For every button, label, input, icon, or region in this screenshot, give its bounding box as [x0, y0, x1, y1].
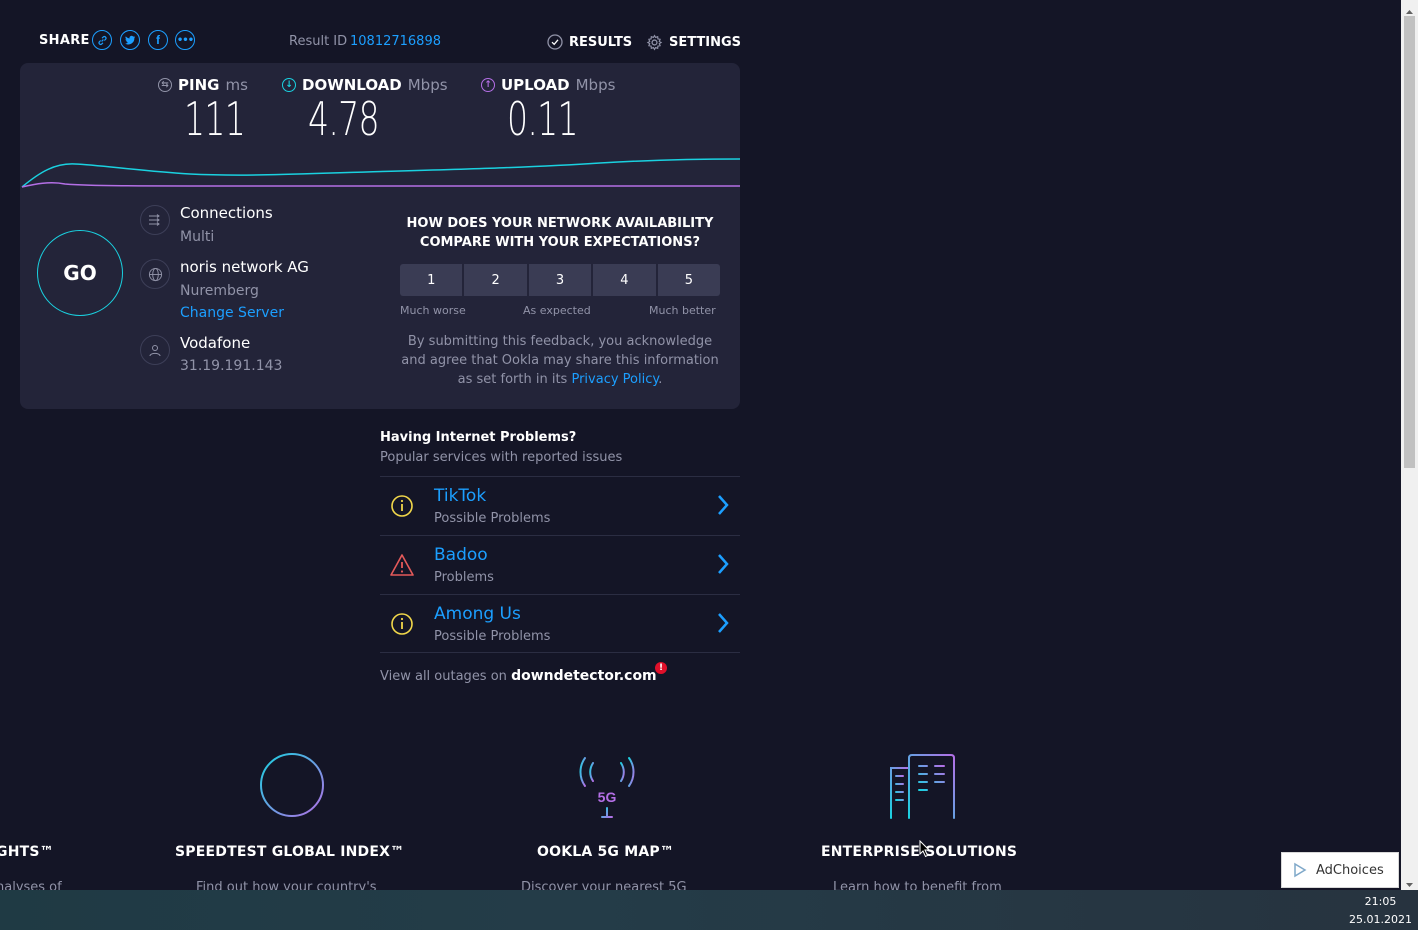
upload-arrow-icon: ↑	[481, 78, 495, 92]
isp-name: Vodafone	[180, 334, 251, 352]
rating-option-2[interactable]: 2	[464, 264, 527, 296]
result-id-label: Result ID	[289, 34, 348, 49]
outage-item-among-us[interactable]: Among Us Possible Problems	[380, 594, 740, 653]
view-all-text: View all outages on	[380, 669, 507, 684]
clock-date: 25.01.2021	[1349, 913, 1412, 926]
5g-icon-label: 5G	[598, 789, 617, 805]
taskbar	[0, 890, 1418, 930]
system-clock[interactable]: 21:05 25.01.2021	[1349, 893, 1412, 929]
alert-triangle-icon	[390, 554, 414, 576]
results-button[interactable]: RESULTS	[547, 34, 632, 50]
ip-address: 31.19.191.143	[180, 358, 283, 374]
outage-name: TikTok	[434, 486, 487, 506]
scrollbar-thumb[interactable]	[1404, 16, 1415, 468]
twitter-icon[interactable]	[120, 30, 140, 50]
connections-label: Connections	[180, 204, 273, 222]
warning-info-icon	[391, 495, 413, 517]
outage-item-tiktok[interactable]: TikTok Possible Problems	[380, 476, 740, 535]
facebook-icon[interactable]: f	[148, 30, 168, 50]
outages-subtitle: Popular services with reported issues	[380, 450, 623, 465]
outage-item-badoo[interactable]: Badoo Problems	[380, 535, 740, 594]
outage-status: Possible Problems	[434, 629, 551, 644]
download-unit: Mbps	[407, 76, 448, 94]
ping-icon: ⇆	[158, 78, 172, 92]
upload-series-line	[21, 182, 740, 188]
mouse-cursor-icon	[919, 840, 931, 858]
outages-title: Having Internet Problems?	[380, 430, 577, 445]
feature-title[interactable]: OOKLA 5G MAP™	[537, 844, 674, 860]
chevron-right-icon	[718, 613, 729, 633]
connections-icon	[140, 205, 170, 235]
share-label: SHARE	[39, 33, 90, 48]
user-icon	[140, 335, 170, 365]
feature-title[interactable]: SPEEDTEST GLOBAL INDEX™	[175, 844, 404, 860]
ping-value: 111	[184, 92, 246, 146]
server-location: Nuremberg	[180, 283, 259, 299]
survey-question: HOW DOES YOUR NETWORK AVAILABILITY COMPA…	[406, 216, 714, 250]
feature-desc: Learn how to benefit from	[833, 880, 1002, 890]
chevron-right-icon	[718, 554, 729, 574]
connections-value[interactable]: Multi	[180, 229, 214, 245]
settings-label: SETTINGS	[669, 35, 742, 50]
speed-graph	[21, 158, 740, 188]
feature-desc: Find out how your country's	[196, 880, 377, 890]
privacy-policy-link[interactable]: Privacy Policy	[571, 372, 658, 387]
disclaimer-period: .	[658, 372, 663, 387]
upload-unit: Mbps	[575, 76, 616, 94]
rating-option-3[interactable]: 3	[528, 264, 592, 296]
ping-metric: ⇆ PING ms 111	[158, 76, 269, 142]
downdetector-badge: !	[655, 662, 667, 674]
scale-high-label: Much better	[649, 304, 716, 317]
feature-title[interactable]: GHTS™	[0, 844, 54, 860]
link-icon[interactable]	[92, 30, 112, 50]
downdetector-logo[interactable]: downdetector.com	[511, 668, 657, 684]
rating-scale: 1 2 3 4 5	[400, 264, 721, 296]
5g-tower-icon: 5G	[579, 757, 635, 818]
rating-option-1[interactable]: 1	[400, 264, 463, 296]
outages-divider	[380, 652, 740, 653]
globe-icon	[140, 259, 170, 289]
more-icon[interactable]: •••	[175, 30, 195, 50]
enterprise-building-icon	[890, 754, 955, 819]
chevron-right-icon	[718, 495, 729, 515]
clock-time: 21:05	[1364, 895, 1397, 908]
feature-desc: nalyses of	[0, 880, 62, 890]
adchoices-icon	[1294, 862, 1307, 878]
gear-icon	[646, 34, 663, 51]
download-series-line	[21, 158, 740, 188]
scale-mid-label: As expected	[523, 304, 591, 317]
check-circle-icon	[547, 34, 563, 50]
survey-disclaimer: By submitting this feedback, you acknowl…	[400, 332, 720, 389]
global-index-icon	[260, 753, 324, 817]
adchoices-label: AdChoices	[1316, 862, 1384, 878]
view-all-outages[interactable]: View all outages on downdetector.com	[380, 668, 657, 684]
rating-option-4[interactable]: 4	[593, 264, 656, 296]
download-arrow-icon: ↓	[282, 78, 296, 92]
results-label: RESULTS	[569, 34, 633, 50]
outage-status: Problems	[434, 570, 494, 585]
outage-status: Possible Problems	[434, 511, 551, 526]
disclaimer-text: By submitting this feedback, you acknowl…	[401, 334, 719, 387]
outage-name: Among Us	[434, 604, 521, 624]
result-id-link[interactable]: 10812716898	[350, 34, 441, 49]
upload-value: 0.11	[507, 92, 579, 146]
go-button[interactable]: GO	[37, 230, 123, 316]
settings-button[interactable]: SETTINGS	[646, 34, 741, 51]
outage-name: Badoo	[434, 545, 488, 565]
warning-info-icon	[391, 613, 413, 635]
feature-desc: Discover your nearest 5G	[521, 880, 687, 890]
upload-metric: ↑ UPLOAD Mbps 0.11	[481, 76, 615, 142]
download-value: 4.78	[308, 92, 380, 146]
change-server-link[interactable]: Change Server	[180, 305, 284, 321]
download-metric: ↓ DOWNLOAD Mbps 4.78	[282, 76, 448, 142]
server-name: noris network AG	[180, 258, 309, 276]
scale-low-label: Much worse	[400, 304, 466, 317]
rating-option-5[interactable]: 5	[657, 264, 721, 296]
adchoices-button[interactable]: AdChoices	[1281, 852, 1399, 888]
